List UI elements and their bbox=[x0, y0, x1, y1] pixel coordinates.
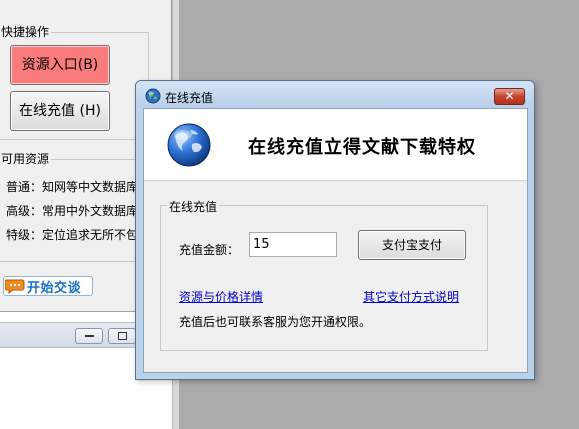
recharge-groupbox: 在线充值 充值金额： 支付宝支付 资源与价格详情 其它支付方式说明 充值后也可联… bbox=[160, 198, 488, 351]
speech-bubble-icon bbox=[4, 278, 25, 294]
resource-line-advanced: 高级：常用中外文数据库 bbox=[6, 204, 139, 218]
dialog-header-title: 在线充值立得文献下载特权 bbox=[248, 137, 476, 158]
minimize-button[interactable] bbox=[75, 328, 103, 344]
recharge-group-caption: 在线充值 bbox=[167, 198, 220, 215]
dialog-client-area: 在线充值立得文献下载特权 在线充值 充值金额： 支付宝支付 资源与价格详情 其它… bbox=[143, 108, 528, 373]
dialog-titlebar[interactable]: 在线充值 ✕ bbox=[136, 81, 534, 108]
online-recharge-button[interactable]: 在线充值 (H) bbox=[10, 91, 110, 131]
close-x-icon: ✕ bbox=[504, 89, 515, 103]
support-note: 充值后也可联系客服为您开通权限。 bbox=[179, 315, 372, 329]
pricing-details-link[interactable]: 资源与价格详情 bbox=[179, 288, 263, 305]
dialog-header-band: 在线充值立得文献下载特权 bbox=[144, 109, 527, 181]
resource-line-basic: 普通：知网等中文数据库 bbox=[6, 180, 139, 194]
resource-entry-button[interactable]: 资源入口(B) bbox=[10, 45, 110, 85]
start-chat-label: 开始交谈 bbox=[27, 280, 82, 296]
other-payment-link[interactable]: 其它支付方式说明 bbox=[363, 288, 459, 305]
amount-label: 充值金额： bbox=[179, 243, 240, 257]
globe-icon bbox=[166, 122, 212, 168]
alipay-pay-button[interactable]: 支付宝支付 bbox=[358, 230, 466, 260]
recharge-dialog: 在线充值 ✕ 在线充值立得文献下载特权 在线充值 充值金额： 15 支付宝支付 … bbox=[135, 80, 535, 380]
available-resources-caption: 可用资源 bbox=[0, 152, 52, 166]
resource-line-premium: 特级：定位追求无所不包 bbox=[6, 228, 139, 242]
app-globe-icon bbox=[145, 88, 161, 104]
minimize-icon bbox=[85, 335, 94, 337]
amount-input[interactable] bbox=[249, 232, 337, 257]
close-button[interactable]: ✕ bbox=[494, 88, 525, 105]
maximize-button[interactable] bbox=[108, 328, 136, 344]
start-chat-button[interactable]: 开始交谈 bbox=[3, 276, 93, 296]
maximize-icon bbox=[118, 332, 127, 340]
quick-ops-caption: 快捷操作 bbox=[0, 25, 52, 39]
dialog-title: 在线充值 bbox=[165, 91, 214, 105]
